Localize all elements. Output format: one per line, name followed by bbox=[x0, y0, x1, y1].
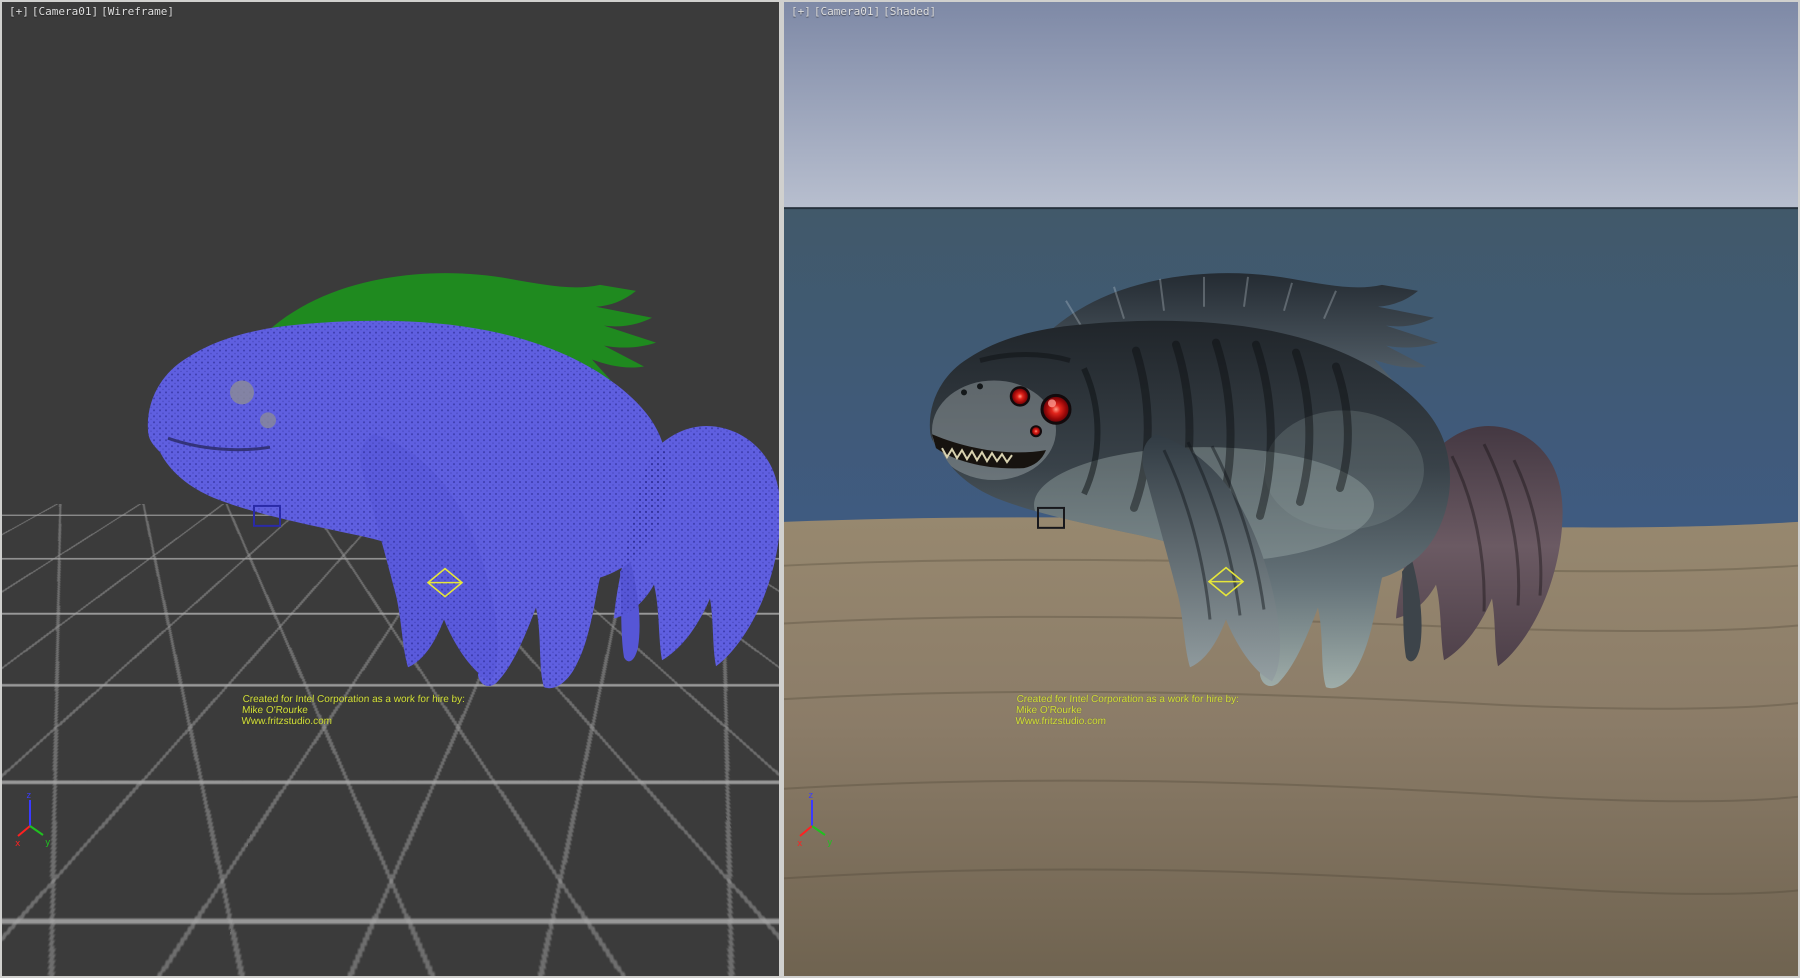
viewport-pov-menu[interactable]: [Camera01] bbox=[32, 5, 98, 18]
viewport-canvas: [+] [Camera01] [Wireframe] Created for I… bbox=[0, 0, 1800, 978]
axis-x-label: x bbox=[15, 839, 21, 848]
axis-x-line bbox=[800, 826, 812, 836]
scene-watermark: Created for Intel Corporation as a work … bbox=[1015, 694, 1239, 727]
wireframe-scene bbox=[2, 2, 779, 976]
world-axis-tripod: z x y bbox=[796, 790, 836, 848]
fish-eye bbox=[1031, 426, 1041, 436]
viewport-label: [+] [Camera01] [Wireframe] bbox=[9, 5, 174, 18]
fish-eye-spot bbox=[260, 412, 276, 428]
viewport-shading-menu[interactable]: [Shaded] bbox=[883, 5, 936, 18]
fish-eye bbox=[1011, 387, 1029, 405]
viewport-shaded[interactable]: [+] [Camera01] [Shaded] bbox=[784, 2, 1798, 976]
watermark-line: Www.fritzstudio.com bbox=[1015, 716, 1238, 727]
watermark-line: Mike O'Rourke bbox=[1016, 705, 1239, 716]
viewport-general-menu[interactable]: [+] bbox=[791, 5, 811, 18]
scene-watermark: Created for Intel Corporation as a work … bbox=[241, 694, 465, 727]
watermark-line: Created for Intel Corporation as a work … bbox=[242, 694, 465, 705]
fish-eye-spot bbox=[230, 380, 254, 404]
axis-x-line bbox=[18, 826, 30, 836]
axis-y-line bbox=[30, 826, 43, 835]
eye-highlight bbox=[1048, 399, 1056, 407]
fish-eye bbox=[1042, 395, 1070, 423]
viewport-label: [+] [Camera01] [Shaded] bbox=[791, 5, 936, 18]
viewport-shading-menu[interactable]: [Wireframe] bbox=[101, 5, 174, 18]
axis-y-line bbox=[812, 826, 825, 835]
viewport-general-menu[interactable]: [+] bbox=[9, 5, 29, 18]
axis-z-label: z bbox=[808, 791, 813, 801]
axis-z-label: z bbox=[26, 791, 31, 801]
shaded-scene bbox=[784, 2, 1798, 976]
axis-x-label: x bbox=[797, 839, 803, 848]
viewport-wireframe[interactable]: [+] [Camera01] [Wireframe] Created for I… bbox=[2, 2, 779, 976]
viewport-pov-menu[interactable]: [Camera01] bbox=[814, 5, 880, 18]
axis-y-label: y bbox=[827, 838, 833, 848]
watermark-line: Www.fritzstudio.com bbox=[241, 716, 464, 727]
axis-y-label: y bbox=[45, 838, 51, 848]
watermark-line: Created for Intel Corporation as a work … bbox=[1016, 694, 1239, 705]
watermark-line: Mike O'Rourke bbox=[242, 705, 465, 716]
world-axis-tripod: z x y bbox=[14, 790, 54, 848]
sky-gradient bbox=[784, 2, 1798, 209]
